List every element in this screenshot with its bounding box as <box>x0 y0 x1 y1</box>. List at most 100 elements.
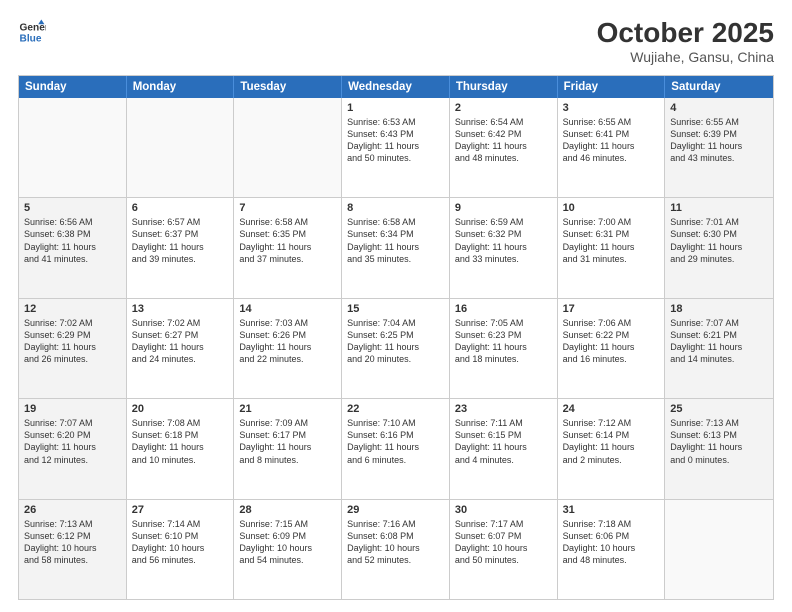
day-info: Sunrise: 6:57 AM Sunset: 6:37 PM Dayligh… <box>132 216 229 265</box>
title-block: October 2025 Wujiahe, Gansu, China <box>597 18 774 65</box>
day-info: Sunrise: 7:12 AM Sunset: 6:14 PM Dayligh… <box>563 417 660 466</box>
calendar-cell: 14 Sunrise: 7:03 AM Sunset: 6:26 PM Dayli… <box>234 299 342 398</box>
day-info: Sunrise: 7:09 AM Sunset: 6:17 PM Dayligh… <box>239 417 336 466</box>
day-number: 4 <box>670 102 768 114</box>
col-monday: Monday <box>127 76 235 98</box>
day-info: Sunrise: 6:58 AM Sunset: 6:34 PM Dayligh… <box>347 216 444 265</box>
calendar-cell: 24 Sunrise: 7:12 AM Sunset: 6:14 PM Dayli… <box>558 399 666 498</box>
day-info: Sunrise: 6:58 AM Sunset: 6:35 PM Dayligh… <box>239 216 336 265</box>
calendar: Sunday Monday Tuesday Wednesday Thursday… <box>18 75 774 600</box>
day-number: 6 <box>132 202 229 214</box>
calendar-cell: 12 Sunrise: 7:02 AM Sunset: 6:29 PM Dayli… <box>19 299 127 398</box>
col-thursday: Thursday <box>450 76 558 98</box>
day-info: Sunrise: 7:02 AM Sunset: 6:29 PM Dayligh… <box>24 317 121 366</box>
day-info: Sunrise: 7:01 AM Sunset: 6:30 PM Dayligh… <box>670 216 768 265</box>
day-number: 26 <box>24 504 121 516</box>
calendar-cell: 25 Sunrise: 7:13 AM Sunset: 6:13 PM Dayli… <box>665 399 773 498</box>
calendar-cell: 13 Sunrise: 7:02 AM Sunset: 6:27 PM Dayli… <box>127 299 235 398</box>
calendar-cell: 22 Sunrise: 7:10 AM Sunset: 6:16 PM Dayli… <box>342 399 450 498</box>
calendar-cell: 26 Sunrise: 7:13 AM Sunset: 6:12 PM Dayli… <box>19 500 127 599</box>
header: General Blue October 2025 Wujiahe, Gansu… <box>18 18 774 65</box>
day-info: Sunrise: 7:02 AM Sunset: 6:27 PM Dayligh… <box>132 317 229 366</box>
day-number: 12 <box>24 303 121 315</box>
day-info: Sunrise: 7:16 AM Sunset: 6:08 PM Dayligh… <box>347 518 444 567</box>
col-sunday: Sunday <box>19 76 127 98</box>
day-info: Sunrise: 6:55 AM Sunset: 6:41 PM Dayligh… <box>563 116 660 165</box>
day-info: Sunrise: 7:17 AM Sunset: 6:07 PM Dayligh… <box>455 518 552 567</box>
day-number: 2 <box>455 102 552 114</box>
day-info: Sunrise: 7:14 AM Sunset: 6:10 PM Dayligh… <box>132 518 229 567</box>
logo: General Blue <box>18 18 46 46</box>
calendar-subtitle: Wujiahe, Gansu, China <box>597 49 774 65</box>
logo-icon: General Blue <box>18 18 46 46</box>
day-number: 31 <box>563 504 660 516</box>
svg-text:Blue: Blue <box>20 33 42 44</box>
calendar-body: 1Sunrise: 6:53 AM Sunset: 6:43 PM Daylig… <box>19 98 773 599</box>
day-number: 23 <box>455 403 552 415</box>
day-info: Sunrise: 7:03 AM Sunset: 6:26 PM Dayligh… <box>239 317 336 366</box>
day-info: Sunrise: 7:11 AM Sunset: 6:15 PM Dayligh… <box>455 417 552 466</box>
day-number: 9 <box>455 202 552 214</box>
day-number: 10 <box>563 202 660 214</box>
day-number: 24 <box>563 403 660 415</box>
day-info: Sunrise: 7:15 AM Sunset: 6:09 PM Dayligh… <box>239 518 336 567</box>
calendar-week-3: 12 Sunrise: 7:02 AM Sunset: 6:29 PM Dayli… <box>19 299 773 399</box>
day-info: Sunrise: 6:53 AM Sunset: 6:43 PM Dayligh… <box>347 116 444 165</box>
calendar-cell: 16 Sunrise: 7:05 AM Sunset: 6:23 PM Dayli… <box>450 299 558 398</box>
calendar-cell: 7 Sunrise: 6:58 AM Sunset: 6:35 PM Daylig… <box>234 198 342 297</box>
day-info: Sunrise: 7:07 AM Sunset: 6:21 PM Dayligh… <box>670 317 768 366</box>
day-number: 7 <box>239 202 336 214</box>
col-friday: Friday <box>558 76 666 98</box>
day-number: 21 <box>239 403 336 415</box>
day-number: 28 <box>239 504 336 516</box>
day-number: 27 <box>132 504 229 516</box>
calendar-cell: 30 Sunrise: 7:17 AM Sunset: 6:07 PM Dayli… <box>450 500 558 599</box>
calendar-cell: 9 Sunrise: 6:59 AM Sunset: 6:32 PM Daylig… <box>450 198 558 297</box>
day-info: Sunrise: 7:08 AM Sunset: 6:18 PM Dayligh… <box>132 417 229 466</box>
day-info: Sunrise: 7:04 AM Sunset: 6:25 PM Dayligh… <box>347 317 444 366</box>
calendar-cell: 15Sunrise: 7:04 AM Sunset: 6:25 PM Dayli… <box>342 299 450 398</box>
calendar-cell <box>665 500 773 599</box>
day-number: 20 <box>132 403 229 415</box>
day-number: 19 <box>24 403 121 415</box>
calendar-cell: 6 Sunrise: 6:57 AM Sunset: 6:37 PM Daylig… <box>127 198 235 297</box>
day-number: 3 <box>563 102 660 114</box>
day-number: 8 <box>347 202 444 214</box>
calendar-cell <box>19 98 127 197</box>
calendar-cell: 8 Sunrise: 6:58 AM Sunset: 6:34 PM Daylig… <box>342 198 450 297</box>
day-info: Sunrise: 7:05 AM Sunset: 6:23 PM Dayligh… <box>455 317 552 366</box>
calendar-week-5: 26 Sunrise: 7:13 AM Sunset: 6:12 PM Dayli… <box>19 500 773 599</box>
day-number: 16 <box>455 303 552 315</box>
day-number: 22 <box>347 403 444 415</box>
day-info: Sunrise: 7:10 AM Sunset: 6:16 PM Dayligh… <box>347 417 444 466</box>
calendar-cell: 21 Sunrise: 7:09 AM Sunset: 6:17 PM Dayli… <box>234 399 342 498</box>
day-info: Sunrise: 6:56 AM Sunset: 6:38 PM Dayligh… <box>24 216 121 265</box>
day-number: 17 <box>563 303 660 315</box>
calendar-cell: 19 Sunrise: 7:07 AM Sunset: 6:20 PM Dayli… <box>19 399 127 498</box>
calendar-cell: 18 Sunrise: 7:07 AM Sunset: 6:21 PM Dayli… <box>665 299 773 398</box>
day-number: 18 <box>670 303 768 315</box>
day-info: Sunrise: 7:13 AM Sunset: 6:13 PM Dayligh… <box>670 417 768 466</box>
day-number: 11 <box>670 202 768 214</box>
calendar-cell: 3 Sunrise: 6:55 AM Sunset: 6:41 PM Daylig… <box>558 98 666 197</box>
day-info: Sunrise: 7:13 AM Sunset: 6:12 PM Dayligh… <box>24 518 121 567</box>
calendar-header-row: Sunday Monday Tuesday Wednesday Thursday… <box>19 76 773 98</box>
col-saturday: Saturday <box>665 76 773 98</box>
day-info: Sunrise: 6:54 AM Sunset: 6:42 PM Dayligh… <box>455 116 552 165</box>
day-info: Sunrise: 7:18 AM Sunset: 6:06 PM Dayligh… <box>563 518 660 567</box>
calendar-week-4: 19 Sunrise: 7:07 AM Sunset: 6:20 PM Dayli… <box>19 399 773 499</box>
col-tuesday: Tuesday <box>234 76 342 98</box>
day-info: Sunrise: 7:07 AM Sunset: 6:20 PM Dayligh… <box>24 417 121 466</box>
day-number: 30 <box>455 504 552 516</box>
calendar-cell: 4Sunrise: 6:55 AM Sunset: 6:39 PM Daylig… <box>665 98 773 197</box>
day-info: Sunrise: 6:59 AM Sunset: 6:32 PM Dayligh… <box>455 216 552 265</box>
col-wednesday: Wednesday <box>342 76 450 98</box>
day-number: 13 <box>132 303 229 315</box>
day-number: 25 <box>670 403 768 415</box>
page: General Blue October 2025 Wujiahe, Gansu… <box>0 0 792 612</box>
calendar-cell: 23 Sunrise: 7:11 AM Sunset: 6:15 PM Dayli… <box>450 399 558 498</box>
day-number: 14 <box>239 303 336 315</box>
calendar-cell: 1Sunrise: 6:53 AM Sunset: 6:43 PM Daylig… <box>342 98 450 197</box>
calendar-cell: 27 Sunrise: 7:14 AM Sunset: 6:10 PM Dayli… <box>127 500 235 599</box>
day-info: Sunrise: 7:06 AM Sunset: 6:22 PM Dayligh… <box>563 317 660 366</box>
